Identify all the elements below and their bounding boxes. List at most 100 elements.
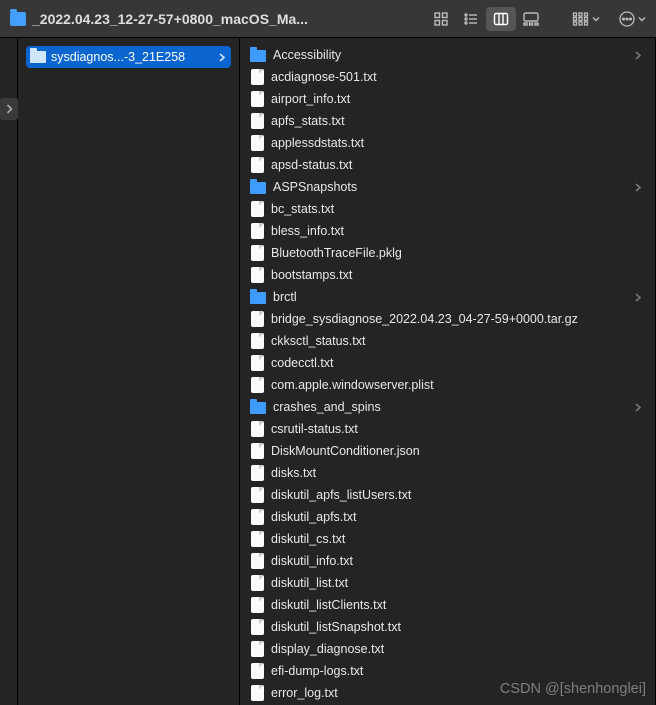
file-row[interactable]: csrutil-status.txt xyxy=(240,418,655,440)
file-icon xyxy=(251,421,264,437)
chevron-right-icon xyxy=(635,403,641,412)
folder-icon xyxy=(250,182,266,194)
file-icon xyxy=(251,157,264,173)
item-name: diskutil_listSnapshot.txt xyxy=(271,620,641,634)
file-icon xyxy=(251,267,264,283)
item-name: applessdstats.txt xyxy=(271,136,641,150)
file-icon xyxy=(251,663,264,679)
folder-row[interactable]: Accessibility xyxy=(240,44,655,66)
file-row[interactable]: diskutil_info.txt xyxy=(240,550,655,572)
column-2[interactable]: Accessibility acdiagnose-501.txtairport_i… xyxy=(240,38,656,705)
collapsed-column[interactable] xyxy=(0,38,18,705)
file-row[interactable]: bless_info.txt xyxy=(240,220,655,242)
file-list: Accessibility acdiagnose-501.txtairport_i… xyxy=(240,38,655,704)
file-icon xyxy=(251,553,264,569)
gallery-view-button[interactable] xyxy=(516,7,546,31)
item-name: error_log.txt xyxy=(271,686,641,700)
file-row[interactable]: applessdstats.txt xyxy=(240,132,655,154)
file-row[interactable]: diskutil_listClients.txt xyxy=(240,594,655,616)
chevron-down-icon xyxy=(638,15,646,23)
window-title[interactable]: _2022.04.23_12-27-57+0800_macOS_Ma... xyxy=(10,11,308,27)
toolbar: _2022.04.23_12-27-57+0800_macOS_Ma... xyxy=(0,0,656,38)
chevron-down-icon xyxy=(592,15,600,23)
file-icon xyxy=(251,465,264,481)
item-name: display_diagnose.txt xyxy=(271,642,641,656)
chevron-right-icon[interactable] xyxy=(0,98,18,120)
file-icon xyxy=(251,377,264,393)
item-name: bridge_sysdiagnose_2022.04.23_04-27-59+0… xyxy=(271,312,641,326)
file-row[interactable]: apfs_stats.txt xyxy=(240,110,655,132)
item-name: diskutil_list.txt xyxy=(271,576,641,590)
column-browser: sysdiagnos...-3_21E258 Accessibility acdi… xyxy=(0,38,656,705)
folder-row[interactable]: crashes_and_spins xyxy=(240,396,655,418)
file-icon xyxy=(251,355,264,371)
item-name: ASPSnapshots xyxy=(273,180,628,194)
file-icon xyxy=(251,575,264,591)
file-icon xyxy=(251,641,264,657)
selected-folder-label: sysdiagnos...-3_21E258 xyxy=(51,50,214,64)
file-row[interactable]: BluetoothTraceFile.pklg xyxy=(240,242,655,264)
item-name: diskutil_listClients.txt xyxy=(271,598,641,612)
item-name: bless_info.txt xyxy=(271,224,641,238)
file-row[interactable]: diskutil_list.txt xyxy=(240,572,655,594)
file-row[interactable]: bc_stats.txt xyxy=(240,198,655,220)
item-name: diskutil_info.txt xyxy=(271,554,641,568)
folder-icon xyxy=(10,12,26,26)
chevron-right-icon xyxy=(635,293,641,302)
file-icon xyxy=(251,531,264,547)
file-row[interactable]: bootstamps.txt xyxy=(240,264,655,286)
file-icon xyxy=(251,619,264,635)
file-row[interactable]: com.apple.windowserver.plist xyxy=(240,374,655,396)
file-icon xyxy=(251,113,264,129)
file-row[interactable]: diskutil_cs.txt xyxy=(240,528,655,550)
file-icon xyxy=(251,597,264,613)
file-icon xyxy=(251,333,264,349)
file-row[interactable]: airport_info.txt xyxy=(240,88,655,110)
file-icon xyxy=(251,135,264,151)
list-view-button[interactable] xyxy=(456,7,486,31)
file-row[interactable]: efi-dump-logs.txt xyxy=(240,660,655,682)
item-name: bootstamps.txt xyxy=(271,268,641,282)
item-name: codecctl.txt xyxy=(271,356,641,370)
file-row[interactable]: diskutil_apfs.txt xyxy=(240,506,655,528)
file-row[interactable]: ckksctl_status.txt xyxy=(240,330,655,352)
folder-row[interactable]: brctl xyxy=(240,286,655,308)
file-row[interactable]: diskutil_listSnapshot.txt xyxy=(240,616,655,638)
file-row[interactable]: bridge_sysdiagnose_2022.04.23_04-27-59+0… xyxy=(240,308,655,330)
file-row[interactable]: diskutil_apfs_listUsers.txt xyxy=(240,484,655,506)
file-icon xyxy=(251,685,264,701)
item-name: csrutil-status.txt xyxy=(271,422,641,436)
item-name: diskutil_apfs_listUsers.txt xyxy=(271,488,641,502)
item-name: ckksctl_status.txt xyxy=(271,334,641,348)
file-icon xyxy=(251,91,264,107)
file-row[interactable]: apsd-status.txt xyxy=(240,154,655,176)
item-name: diskutil_cs.txt xyxy=(271,532,641,546)
column-view-button[interactable] xyxy=(486,7,516,31)
file-row[interactable]: DiskMountConditioner.json xyxy=(240,440,655,462)
chevron-right-icon xyxy=(635,183,641,192)
folder-icon xyxy=(30,51,46,63)
item-name: brctl xyxy=(273,290,628,304)
file-icon xyxy=(251,443,264,459)
item-name: Accessibility xyxy=(273,48,628,62)
chevron-right-icon xyxy=(219,53,225,62)
window-title-text: _2022.04.23_12-27-57+0800_macOS_Ma... xyxy=(32,11,308,27)
file-row[interactable]: codecctl.txt xyxy=(240,352,655,374)
icon-view-button[interactable] xyxy=(426,7,456,31)
folder-row[interactable]: ASPSnapshots xyxy=(240,176,655,198)
item-name: disks.txt xyxy=(271,466,641,480)
file-row[interactable]: error_log.txt xyxy=(240,682,655,704)
item-name: BluetoothTraceFile.pklg xyxy=(271,246,641,260)
item-name: diskutil_apfs.txt xyxy=(271,510,641,524)
selected-folder[interactable]: sysdiagnos...-3_21E258 xyxy=(26,46,231,68)
item-name: com.apple.windowserver.plist xyxy=(271,378,641,392)
column-1[interactable]: sysdiagnos...-3_21E258 xyxy=(18,38,240,705)
file-icon xyxy=(251,223,264,239)
file-row[interactable]: disks.txt xyxy=(240,462,655,484)
file-icon xyxy=(251,509,264,525)
action-menu-button[interactable] xyxy=(618,7,646,31)
file-row[interactable]: display_diagnose.txt xyxy=(240,638,655,660)
file-row[interactable]: acdiagnose-501.txt xyxy=(240,66,655,88)
folder-icon xyxy=(250,402,266,414)
group-by-button[interactable] xyxy=(572,7,600,31)
